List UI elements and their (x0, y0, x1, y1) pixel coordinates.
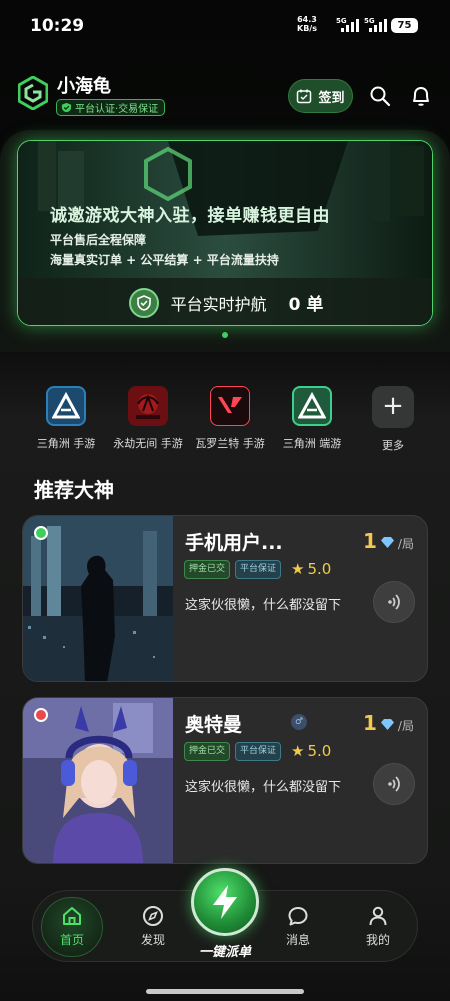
diamond-icon (380, 719, 394, 730)
signal-bars-1-icon (341, 19, 359, 32)
user-icon (369, 906, 387, 926)
nav-mine-label: 我的 (365, 933, 390, 947)
voice-play-button[interactable] (373, 763, 415, 805)
chat-bubble-icon (288, 907, 308, 926)
home-indicator[interactable] (146, 989, 304, 994)
game-item-more[interactable]: + 更多 (348, 386, 438, 453)
rating-value: 5.0 (307, 560, 332, 578)
net-speed: 64.3 KB/s (297, 15, 317, 33)
voice-icon (388, 594, 400, 610)
bell-icon[interactable] (410, 85, 432, 107)
game-item-valorant[interactable]: 瓦罗兰特 手游 (185, 386, 275, 451)
player-price: 1 /局 (363, 529, 414, 553)
online-status-icon (34, 526, 48, 540)
game-label: 三角洲 端游 (282, 437, 342, 450)
male-icon: ♂ (291, 714, 307, 730)
plus-icon: + (372, 386, 414, 428)
player-photo (23, 516, 173, 681)
turtle-logo-icon (18, 76, 48, 110)
deposit-tag: 押金已交 (184, 560, 231, 579)
calendar-check-icon (297, 89, 312, 104)
checkin-button[interactable]: 签到 (288, 79, 353, 113)
game-item-delta-pc[interactable]: 三角洲 端游 (267, 386, 357, 451)
valorant-icon (210, 386, 250, 426)
star-icon: ★ (291, 560, 305, 578)
escort-bar: 平台实时护航 0 单 (18, 278, 432, 325)
banner-section: 诚邀游戏大神入驻，接单赚钱更自由 平台售后全程保障 海量真实订单 + 公平结算 … (0, 130, 450, 352)
game-label: 永劫无间 手游 (113, 437, 183, 450)
price-unit: /局 (397, 719, 414, 733)
app-name: 小海龟 (57, 76, 111, 97)
nav-messages-label: 消息 (285, 933, 310, 947)
player-name: 奥特曼 (185, 714, 243, 736)
checkin-label: 签到 (318, 90, 345, 106)
nav-home[interactable]: 首页 (42, 905, 102, 948)
dispatch-label: 一键派单 (198, 945, 251, 960)
player-rating: ★ 5.0 (291, 742, 331, 760)
player-name: 手机用户... (185, 532, 283, 554)
game-label: 更多 (382, 439, 404, 452)
player-card[interactable]: 手机用户... 1 /局 押金已交 平台保证 ★ 5.0 这家伙很懒，什么都没留… (22, 515, 428, 682)
player-tags: 押金已交 平台保证 (184, 742, 282, 761)
shield-check-icon (61, 102, 72, 113)
player-card[interactable]: 奥特曼 ♂ 1 /局 押金已交 平台保证 ★ 5.0 这家伙很懒，什么都没留下 (22, 697, 428, 864)
deposit-tag: 押金已交 (184, 742, 231, 761)
delta-icon (46, 386, 86, 426)
cert-badge: 平台认证·交易保证 (56, 99, 166, 116)
voice-play-button[interactable] (373, 581, 415, 623)
game-shortcuts: 三角洲 手游 永劫无间 手游 瓦罗兰特 手游 三角洲 端游 + 更多 (0, 386, 450, 456)
guarantee-tag: 平台保证 (235, 742, 282, 761)
lightning-icon (213, 885, 237, 919)
nav-discover-label: 发现 (140, 933, 165, 947)
escort-count: 0 单 (288, 295, 324, 315)
battery-icon: 75 (391, 18, 418, 33)
banner-title: 诚邀游戏大神入驻，接单赚钱更自由 (50, 206, 330, 226)
dispatch-button[interactable] (191, 868, 259, 936)
naraka-icon (128, 386, 168, 426)
banner-subtitle-2: 海量真实订单 + 公平结算 + 平台流量扶持 (50, 253, 279, 267)
home-icon (63, 907, 81, 925)
player-tags: 押金已交 平台保证 (184, 560, 282, 579)
app-screen: 10:29 64.3 KB/s 5G 5G 75 小海龟 平台认证·交易保证 签… (0, 0, 450, 1001)
busy-status-icon (34, 708, 48, 722)
price-unit: /局 (397, 537, 414, 551)
nav-discover[interactable]: 发现 (123, 905, 183, 948)
search-icon[interactable] (369, 85, 391, 107)
signal-bars-2-icon (369, 19, 387, 32)
carousel-indicator (222, 332, 228, 338)
star-icon: ★ (291, 742, 305, 760)
price-value: 1 (363, 711, 377, 735)
game-item-delta-mobile[interactable]: 三角洲 手游 (21, 386, 111, 451)
section-title: 推荐大神 (34, 478, 114, 502)
banner-subtitle-1: 平台售后全程保障 (50, 233, 147, 247)
game-label: 瓦罗兰特 手游 (195, 437, 265, 450)
player-bio: 这家伙很懒，什么都没留下 (185, 780, 342, 795)
price-value: 1 (363, 529, 377, 553)
cert-badge-label: 平台认证·交易保证 (75, 104, 159, 115)
nav-mine[interactable]: 我的 (348, 905, 408, 948)
nav-home-label: 首页 (59, 933, 84, 947)
voice-icon (388, 776, 400, 792)
rating-value: 5.0 (307, 742, 332, 760)
status-bar: 10:29 64.3 KB/s 5G 5G 75 (0, 0, 450, 56)
shield-icon (128, 287, 159, 318)
player-rating: ★ 5.0 (291, 560, 331, 578)
nav-messages[interactable]: 消息 (268, 905, 328, 948)
game-label: 三角洲 手游 (36, 437, 96, 450)
delta-pc-icon (292, 386, 332, 426)
player-photo (23, 698, 173, 863)
player-price: 1 /局 (363, 711, 414, 735)
guarantee-tag: 平台保证 (235, 560, 282, 579)
compass-icon (143, 906, 163, 926)
game-item-naraka[interactable]: 永劫无间 手游 (103, 386, 193, 451)
diamond-icon (380, 537, 394, 548)
app-header: 小海龟 平台认证·交易保证 签到 (0, 70, 450, 122)
recruit-banner[interactable]: 诚邀游戏大神入驻，接单赚钱更自由 平台售后全程保障 海量真实订单 + 公平结算 … (17, 140, 433, 326)
status-time: 10:29 (30, 16, 85, 36)
player-bio: 这家伙很懒，什么都没留下 (185, 598, 342, 613)
escort-label: 平台实时护航 (170, 294, 267, 314)
